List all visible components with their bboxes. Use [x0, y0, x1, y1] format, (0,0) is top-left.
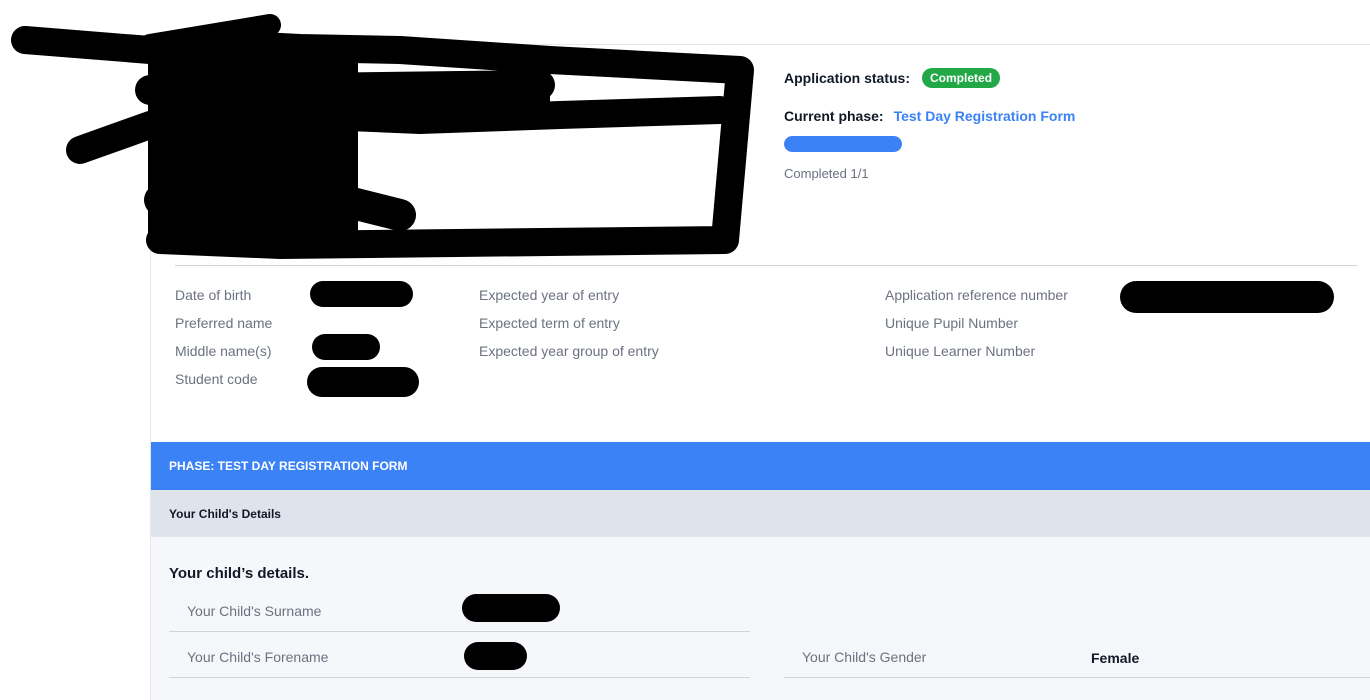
student-code-label: Student code — [175, 371, 258, 387]
application-status-panel: Application status: Completed Current ph… — [784, 66, 1075, 181]
progress-text: Completed 1/1 — [784, 166, 869, 181]
redacted-surname — [462, 594, 560, 622]
status-badge: Completed — [922, 68, 1001, 88]
surname-label: Your Child's Surname — [187, 603, 322, 619]
forename-label: Your Child's Forename — [187, 649, 329, 665]
expected-year-group-label: Expected year group of entry — [479, 343, 659, 359]
redacted-middle-names — [312, 334, 380, 360]
expected-year-label: Expected year of entry — [479, 287, 620, 303]
phase-header: PHASE: TEST DAY REGISTRATION FORM — [151, 442, 1370, 490]
application-status-label: Application status: — [784, 70, 911, 86]
redacted-student-code — [307, 367, 419, 397]
info-divider — [175, 265, 1357, 266]
subsection-title: Your child’s details. — [169, 565, 310, 582]
current-phase-link[interactable]: Test Day Registration Form — [894, 108, 1076, 124]
application-reference-label: Application reference number — [885, 287, 1068, 303]
progress-bar — [784, 136, 902, 152]
redacted-application-reference — [1120, 281, 1334, 313]
section-header[interactable]: Your Child's Details — [151, 490, 1370, 537]
progress-bar-fill — [784, 136, 902, 152]
redacted-forename — [464, 642, 527, 670]
redaction-scribble — [11, 14, 754, 259]
current-phase-label: Current phase: — [784, 108, 884, 124]
gender-value: Female — [1091, 650, 1140, 666]
gender-label: Your Child's Gender — [802, 649, 927, 665]
middle-names-label: Middle name(s) — [175, 343, 272, 359]
redacted-date-of-birth — [310, 281, 413, 307]
unique-learner-number-label: Unique Learner Number — [885, 343, 1036, 359]
date-of-birth-label: Date of birth — [175, 287, 252, 303]
preferred-name-label: Preferred name — [175, 315, 273, 331]
expected-term-label: Expected term of entry — [479, 315, 620, 331]
unique-pupil-number-label: Unique Pupil Number — [885, 315, 1019, 331]
